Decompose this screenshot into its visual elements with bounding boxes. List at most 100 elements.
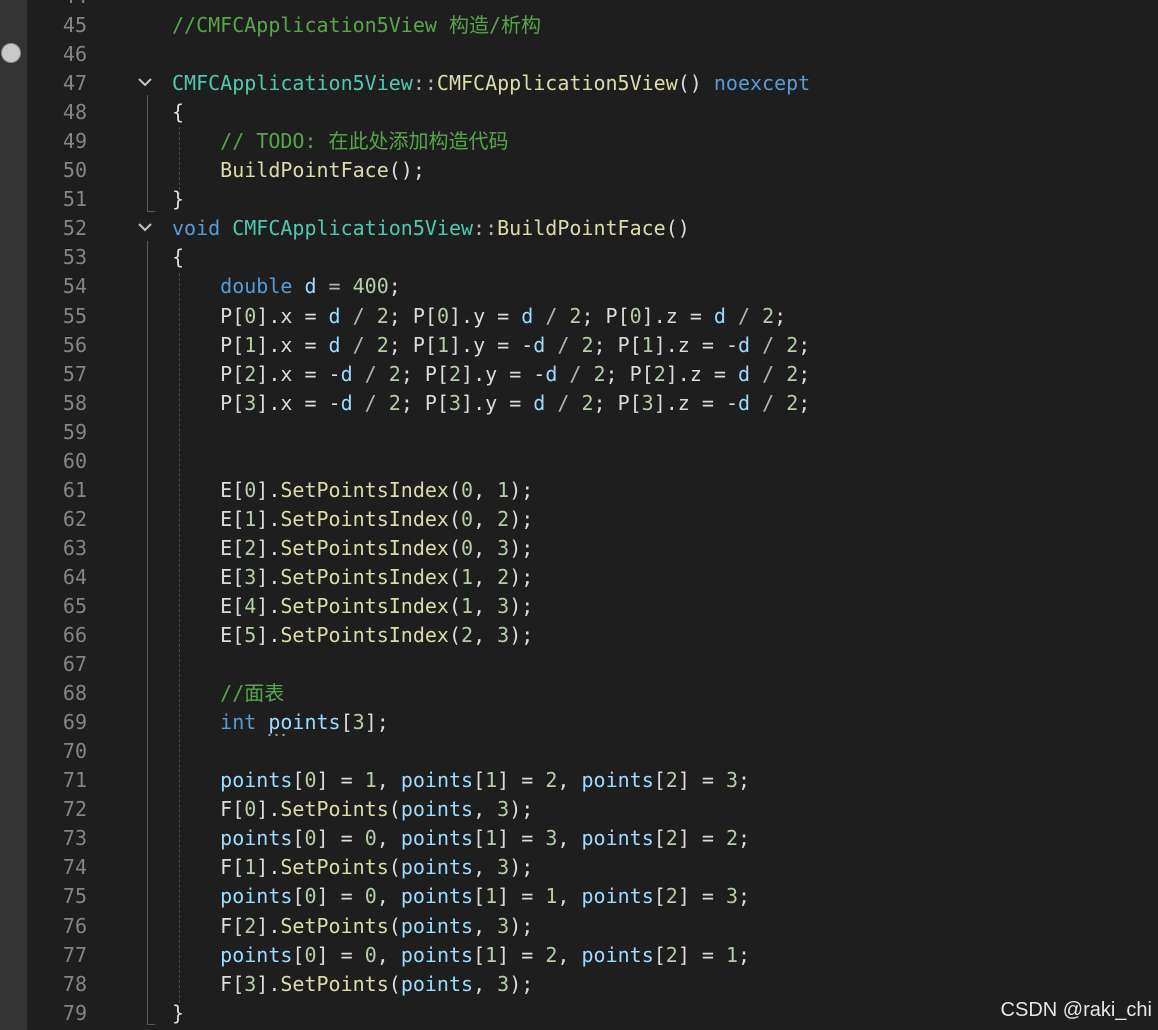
code-token: 2 (497, 506, 510, 531)
code-line[interactable]: 63 E[2].SetPointsIndex(0, 3); (0, 534, 1158, 563)
code-token: points (220, 884, 293, 909)
code-line[interactable]: 71 points[0] = 1, points[1] = 2, points[… (0, 766, 1158, 795)
code-text[interactable]: E[0].SetPointsIndex(0, 1); (172, 476, 533, 505)
code-text[interactable]: double d = 400; (172, 272, 401, 301)
code-text[interactable]: points[0] = 0, points[1] = 2, points[2] … (172, 941, 750, 970)
code-line[interactable]: 68 //面表 (0, 679, 1158, 708)
code-token: ] = (677, 884, 726, 909)
code-token: ]. (256, 913, 281, 938)
code-line[interactable]: 57 P[2].x = -d / 2; P[2].y = -d / 2; P[2… (0, 360, 1158, 389)
code-token: 3 (497, 797, 510, 822)
code-text[interactable]: //面表 (172, 679, 284, 708)
code-text[interactable]: // TODO: 在此处添加构造代码 (172, 127, 508, 156)
code-token: } (172, 1000, 185, 1025)
code-line[interactable]: 52 void CMFCApplication5View::BuildPointF… (0, 214, 1158, 243)
line-number: 71 (62, 768, 87, 793)
code-text[interactable]: P[2].x = -d / 2; P[2].y = -d / 2; P[2].z… (172, 360, 810, 389)
code-text[interactable]: P[0].x = d / 2; P[0].y = d / 2; P[0].z =… (172, 302, 786, 331)
code-line[interactable]: 56 P[1].x = d / 2; P[1].y = -d / 2; P[1]… (0, 331, 1158, 360)
code-text[interactable]: F[0].SetPoints(points, 3); (172, 795, 533, 824)
code-token: ( (388, 913, 401, 938)
code-token: d (340, 390, 353, 415)
code-token: //面表 (172, 681, 285, 706)
code-line[interactable]: 78 F[3].SetPoints(points, 3); (0, 970, 1158, 999)
code-token: points (400, 797, 474, 822)
code-text[interactable]: BuildPointFace(); (172, 156, 425, 185)
code-line[interactable]: 53 { (0, 243, 1158, 272)
code-text[interactable]: P[1].x = d / 2; P[1].y = -d / 2; P[1].z … (172, 331, 810, 360)
code-token: ].y = - (448, 332, 534, 357)
code-line[interactable]: 64 E[3].SetPointsIndex(1, 2); (0, 563, 1158, 592)
code-text[interactable]: { (172, 98, 184, 127)
code-token: 3 (352, 710, 365, 735)
code-text[interactable]: E[5].SetPointsIndex(2, 3); (172, 621, 533, 650)
code-token: , (473, 971, 498, 996)
code-token: points (400, 855, 474, 880)
code-text[interactable]: P[3].x = -d / 2; P[3].y = d / 2; P[3].z … (172, 389, 810, 418)
code-text[interactable]: E[2].SetPointsIndex(0, 3); (172, 534, 533, 563)
code-line[interactable]: 54 double d = 400; (0, 272, 1158, 301)
code-text[interactable]: CMFCApplication5View::CMFCApplication5Vi… (172, 69, 810, 98)
code-line[interactable]: 58 P[3].x = -d / 2; P[3].y = d / 2; P[3]… (0, 389, 1158, 418)
code-line[interactable]: 69 int points[3]; (0, 708, 1158, 737)
code-line[interactable]: 59 (0, 418, 1158, 447)
code-line[interactable]: 74 F[1].SetPoints(points, 3); (0, 853, 1158, 882)
code-token: / (557, 361, 594, 386)
code-line[interactable]: 51} (0, 185, 1158, 214)
code-token: E[ (172, 506, 245, 531)
code-token: :: (412, 71, 437, 96)
code-line[interactable]: 77 points[0] = 0, points[1] = 2, points[… (0, 941, 1158, 970)
code-line[interactable]: 48 { (0, 98, 1158, 127)
code-line[interactable]: 79} (0, 999, 1158, 1028)
code-token: 3 (497, 913, 510, 938)
code-text[interactable]: { (172, 243, 184, 272)
code-token: ]. (256, 564, 281, 589)
code-token: [ (473, 942, 486, 967)
code-line[interactable]: 76 F[2].SetPoints(points, 3); (0, 912, 1158, 941)
fold-chevron-icon[interactable] (136, 220, 156, 238)
code-token: ]. (256, 971, 281, 996)
code-text[interactable]: E[1].SetPointsIndex(0, 2); (172, 505, 533, 534)
code-token: 2 (244, 535, 257, 560)
code-line[interactable]: 73 points[0] = 0, points[1] = 3, points[… (0, 824, 1158, 853)
code-token: , (473, 855, 498, 880)
code-line[interactable]: 65 E[4].SetPointsIndex(1, 3); (0, 592, 1158, 621)
code-line[interactable]: 75 points[0] = 0, points[1] = 1, points[… (0, 882, 1158, 911)
code-text[interactable]: F[3].SetPoints(points, 3); (172, 970, 533, 999)
code-line[interactable]: 45 //CMFCApplication5View 构造/析构 (0, 11, 1158, 40)
code-text[interactable]: } (172, 999, 184, 1028)
code-line[interactable]: 67 (0, 650, 1158, 679)
code-text[interactable]: F[2].SetPoints(points, 3); (172, 912, 533, 941)
code-text[interactable]: //CMFCApplication5View 构造/析构 (172, 11, 541, 40)
code-line[interactable]: 46 (0, 40, 1158, 69)
code-line[interactable]: 47 CMFCApplication5View::CMFCApplication5… (0, 69, 1158, 98)
code-text[interactable]: F[1].SetPoints(points, 3); (172, 853, 533, 882)
code-text[interactable]: } (172, 185, 184, 214)
code-token: ; P[ (400, 361, 449, 386)
code-line[interactable]: 72 F[0].SetPoints(points, 3); (0, 795, 1158, 824)
code-line[interactable]: 44 (0, 0, 1158, 11)
code-line[interactable]: 62 E[1].SetPointsIndex(0, 2); (0, 505, 1158, 534)
fold-chevron-icon[interactable] (136, 75, 156, 93)
code-line[interactable]: 55 P[0].x = d / 2; P[0].y = d / 2; P[0].… (0, 302, 1158, 331)
code-token: d (533, 332, 546, 357)
intellisense-hint-squiggle[interactable] (266, 733, 288, 737)
code-line[interactable]: 61 E[0].SetPointsIndex(0, 1); (0, 476, 1158, 505)
code-text[interactable]: points[0] = 0, points[1] = 3, points[2] … (172, 824, 750, 853)
code-token: 3 (641, 390, 654, 415)
code-token: d (545, 361, 558, 386)
code-text[interactable]: void CMFCApplication5View::BuildPointFac… (172, 214, 690, 243)
code-editor[interactable]: 4445//CMFCApplication5View 构造/析构4647CMFC… (0, 0, 1158, 1030)
code-token: ]. (256, 535, 281, 560)
code-line[interactable]: 49 // TODO: 在此处添加构造代码 (0, 127, 1158, 156)
code-line[interactable]: 70 (0, 737, 1158, 766)
code-token: 0 (364, 884, 377, 909)
code-text[interactable]: points[0] = 0, points[1] = 1, points[2] … (172, 882, 750, 911)
code-text[interactable]: points[0] = 1, points[1] = 2, points[2] … (172, 766, 750, 795)
code-text[interactable]: E[4].SetPointsIndex(1, 3); (172, 592, 533, 621)
code-line[interactable]: 60 (0, 447, 1158, 476)
code-text[interactable]: E[3].SetPointsIndex(1, 2); (172, 563, 533, 592)
code-line[interactable]: 66 E[5].SetPointsIndex(2, 3); (0, 621, 1158, 650)
code-line[interactable]: 50 BuildPointFace(); (0, 156, 1158, 185)
